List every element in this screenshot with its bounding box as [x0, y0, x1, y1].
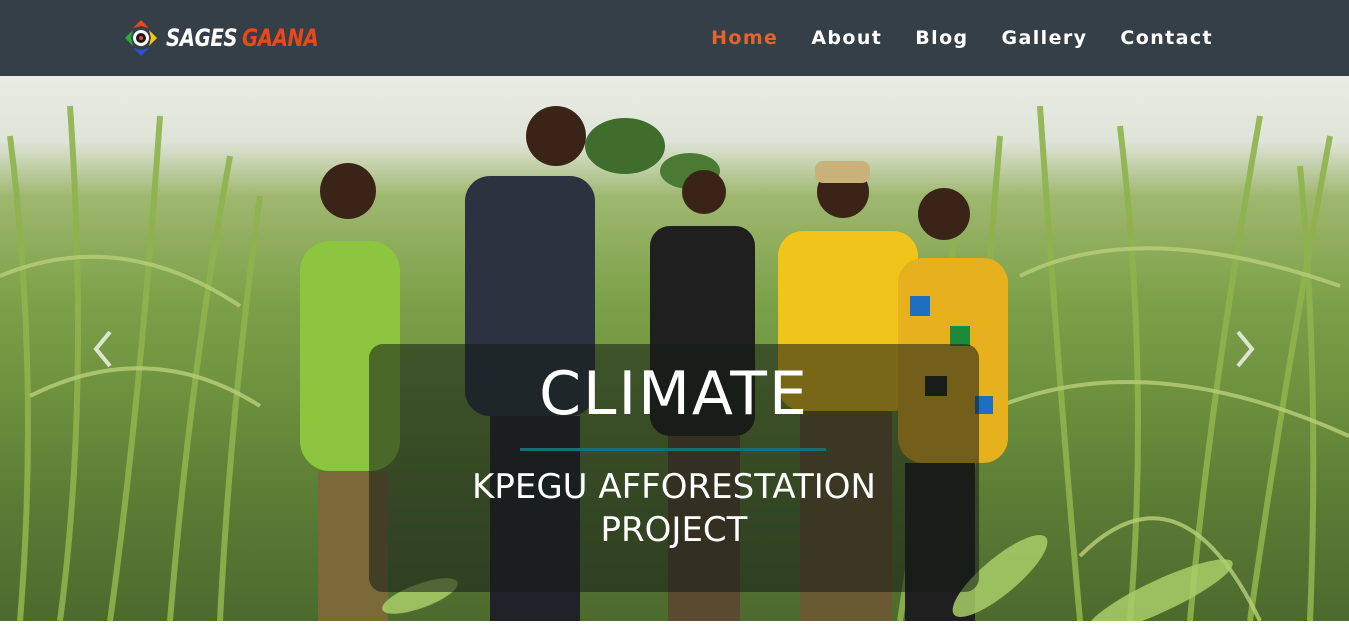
- brand-logo[interactable]: SAGES GAANA: [121, 16, 352, 60]
- nav-link-about[interactable]: About: [811, 27, 882, 49]
- nav-link-home[interactable]: Home: [711, 27, 778, 49]
- main-nav: Home About Blog Gallery Contact: [678, 0, 1213, 76]
- hero-title: CLIMATE: [539, 359, 809, 429]
- nav-link-contact[interactable]: Contact: [1120, 27, 1213, 49]
- chevron-left-icon: [93, 330, 112, 368]
- hero-divider: [520, 448, 826, 451]
- nav-link-blog[interactable]: Blog: [915, 27, 968, 49]
- chevron-right-icon: [1236, 330, 1255, 368]
- brand-word-gaana: GAANA: [242, 24, 319, 52]
- hero-caption-box: CLIMATE KPEGU AFFORESTATION PROJECT: [369, 344, 979, 592]
- brand-wordmark: SAGES GAANA: [166, 16, 319, 60]
- sages-gaana-logo-icon: [125, 20, 157, 56]
- nav-link-gallery[interactable]: Gallery: [1002, 27, 1088, 49]
- top-navbar: SAGES GAANA Home About Blog Gallery Conta…: [0, 0, 1349, 76]
- hero-carousel: CLIMATE KPEGU AFFORESTATION PROJECT: [0, 76, 1349, 621]
- brand-word-sages: SAGES: [166, 24, 238, 52]
- hero-subtitle: KPEGU AFFORESTATION PROJECT: [472, 467, 876, 550]
- carousel-prev-button[interactable]: [88, 324, 118, 374]
- carousel-next-button[interactable]: [1230, 324, 1260, 374]
